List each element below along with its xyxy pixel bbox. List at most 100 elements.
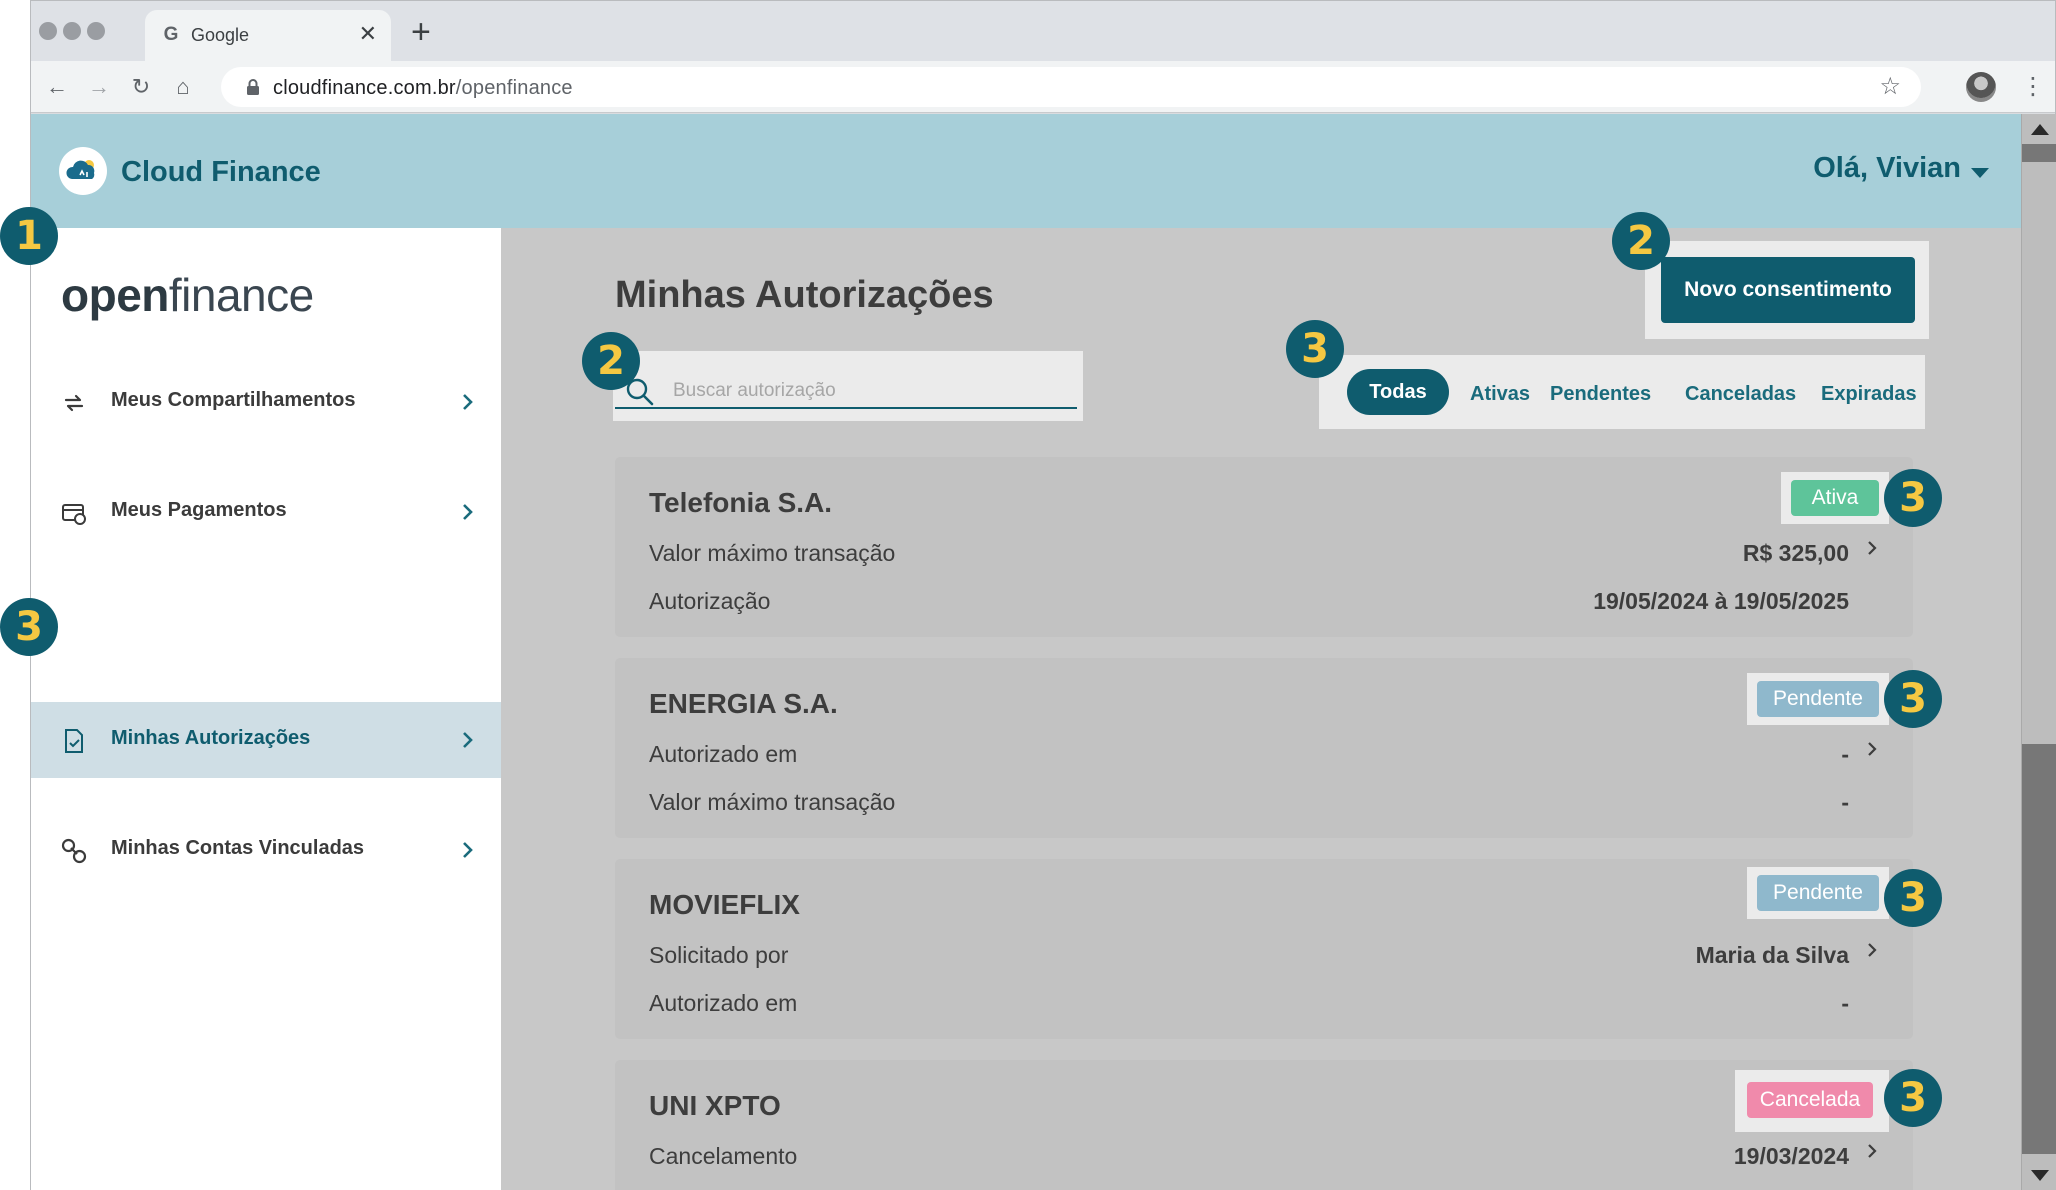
- search-underline: [615, 407, 1077, 409]
- annotation-marker-3: 3: [1884, 869, 1942, 927]
- google-favicon-icon: G: [163, 24, 179, 45]
- authorization-card-movieflix[interactable]: MOVIEFLIX Solicitado por Maria da Silva …: [615, 859, 1913, 1039]
- brand-name[interactable]: Cloud Finance: [121, 156, 321, 189]
- row-label: Valor máximo transação: [649, 789, 896, 815]
- tab-title: Google: [191, 25, 250, 45]
- status-badge: Cancelada: [1747, 1082, 1873, 1118]
- tab-close-icon[interactable]: ✕: [359, 23, 377, 45]
- back-icon[interactable]: ←: [43, 73, 71, 101]
- reload-icon[interactable]: ↻: [127, 73, 155, 101]
- status-badge: Ativa: [1791, 480, 1879, 516]
- browser-tab[interactable]: G Google ✕: [145, 10, 391, 61]
- arrows-sync-icon: [64, 394, 84, 412]
- chevron-right-icon: [463, 504, 473, 520]
- row-value: -: [1841, 990, 1849, 1016]
- chevron-right-icon: [463, 394, 473, 410]
- scrollbar-thumb[interactable]: [2022, 744, 2056, 1154]
- app-header: Cloud Finance Olá, Vivian: [31, 114, 2021, 228]
- sidebar-item-minhas-contas-vinculadas[interactable]: Minhas Contas Vinculadas: [31, 812, 501, 888]
- page-viewport: Cloud Finance Olá, Vivian openfinance Me…: [31, 114, 2021, 1190]
- chevron-down-icon[interactable]: [1971, 168, 1989, 178]
- sidebar-item-minhas-autorizacoes[interactable]: Minhas Autorizações: [31, 702, 501, 778]
- row-label: Autorizado em: [649, 990, 798, 1016]
- browser-toolbar: ← → ↻ ⌂ cloudfinance.com.br/openfinance …: [31, 61, 2055, 113]
- row-label: Autorizado em: [649, 741, 798, 767]
- filter-canceladas[interactable]: Canceladas: [1685, 383, 1796, 406]
- window-close-button[interactable]: [39, 22, 57, 40]
- window-minimize-button[interactable]: [63, 22, 81, 40]
- url-text: cloudfinance.com.br/openfinance: [273, 77, 573, 99]
- annotation-marker-2: 2: [1612, 212, 1670, 270]
- chevron-right-icon[interactable]: [1863, 537, 1883, 559]
- authorization-card-uni-xpto[interactable]: UNI XPTO Cancelamento 19/03/2024 Cancela…: [615, 1060, 1913, 1190]
- annotation-marker-1: 1: [0, 207, 58, 265]
- chevron-right-icon: [463, 842, 473, 858]
- row-label: Valor máximo transação: [649, 540, 896, 566]
- sidebar-item-meus-pagamentos[interactable]: Meus Pagamentos: [31, 474, 501, 550]
- forward-icon[interactable]: →: [85, 73, 113, 101]
- search-input[interactable]: [673, 377, 1063, 405]
- openfinance-logo: openfinance: [61, 269, 314, 321]
- card-title: Telefonia S.A.: [649, 487, 833, 518]
- new-consent-button[interactable]: Novo consentimento: [1661, 257, 1915, 323]
- sidebar-item-meus-compartilhamentos[interactable]: Meus Compartilhamentos: [31, 364, 501, 440]
- profile-avatar[interactable]: [1966, 72, 1996, 102]
- document-check-icon: [65, 729, 83, 753]
- chevron-right-icon[interactable]: [1863, 738, 1883, 760]
- search-container: [613, 351, 1083, 421]
- filter-ativas[interactable]: Ativas: [1470, 383, 1530, 406]
- cloud-logo-icon: [59, 147, 107, 195]
- sidebar-item-label: Meus Pagamentos: [111, 499, 287, 521]
- annotation-marker-3: 3: [1884, 1069, 1942, 1127]
- row-value: R$ 325,00: [1742, 540, 1849, 566]
- address-bar[interactable]: cloudfinance.com.br/openfinance ☆: [221, 67, 1921, 107]
- annotation-marker-2: 2: [582, 332, 640, 390]
- row-value: -: [1841, 789, 1849, 815]
- filter-pendentes[interactable]: Pendentes: [1550, 383, 1651, 406]
- chevron-right-icon: [463, 732, 473, 748]
- chevron-right-icon[interactable]: [1863, 939, 1883, 961]
- browser-menu-icon[interactable]: ⋮: [2021, 73, 2045, 101]
- authorization-card-energia[interactable]: ENERGIA S.A. Autorizado em - Valor máxim…: [615, 658, 1913, 838]
- sidebar-item-label: Meus Compartilhamentos: [111, 389, 356, 411]
- page-title: Minhas Autorizações: [615, 274, 994, 316]
- status-badge-highlight: Pendente: [1747, 867, 1889, 919]
- annotation-marker-3: 3: [1884, 670, 1942, 728]
- scrollbar-track-top: [2022, 144, 2056, 162]
- page-scrollbar[interactable]: [2021, 114, 2056, 1190]
- row-label: Autorização: [649, 588, 771, 614]
- filter-todas[interactable]: Todas: [1347, 369, 1449, 415]
- browser-window: G Google ✕ + ← → ↻ ⌂ cloudfinance.com.br…: [30, 0, 2056, 1190]
- sidebar: openfinance Meus Compartilhamentos Meus …: [31, 228, 501, 1190]
- link-icon: [61, 838, 87, 864]
- payment-icon: [62, 504, 86, 525]
- status-badge-highlight: Ativa: [1781, 472, 1889, 524]
- chevron-right-icon[interactable]: [1863, 1140, 1883, 1162]
- annotation-marker-3: 3: [1884, 469, 1942, 527]
- new-tab-button[interactable]: +: [411, 15, 431, 49]
- window-maximize-button[interactable]: [87, 22, 105, 40]
- card-title: UNI XPTO: [649, 1090, 781, 1121]
- row-value: -: [1841, 741, 1849, 767]
- tab-strip: G Google ✕ +: [31, 1, 2055, 61]
- row-value: 19/05/2024 à 19/05/2025: [1593, 588, 1849, 614]
- row-label: Cancelamento: [649, 1143, 798, 1169]
- status-badge-highlight: Cancelada: [1735, 1070, 1889, 1132]
- home-icon[interactable]: ⌂: [169, 73, 197, 101]
- user-greeting[interactable]: Olá, Vivian: [1813, 152, 1961, 185]
- status-badge: Pendente: [1757, 681, 1879, 717]
- scroll-up-arrow-icon[interactable]: [2031, 124, 2049, 135]
- sidebar-item-label: Minhas Autorizações: [111, 727, 311, 749]
- row-label: Solicitado por: [649, 942, 789, 968]
- filter-expiradas[interactable]: Expiradas: [1821, 383, 1917, 406]
- bookmark-star-icon[interactable]: ☆: [1879, 72, 1901, 101]
- sidebar-item-label: Minhas Contas Vinculadas: [111, 837, 365, 859]
- row-value: Maria da Silva: [1695, 942, 1849, 968]
- annotation-marker-3: 3: [1286, 320, 1344, 378]
- row-value: 19/03/2024: [1733, 1143, 1849, 1169]
- annotation-marker-3: 3: [0, 598, 58, 656]
- scroll-down-arrow-icon[interactable]: [2031, 1170, 2049, 1181]
- card-title: MOVIEFLIX: [649, 889, 800, 920]
- card-title: ENERGIA S.A.: [649, 688, 838, 719]
- authorization-card-telefonia[interactable]: Telefonia S.A. Valor máximo transação R$…: [615, 457, 1913, 637]
